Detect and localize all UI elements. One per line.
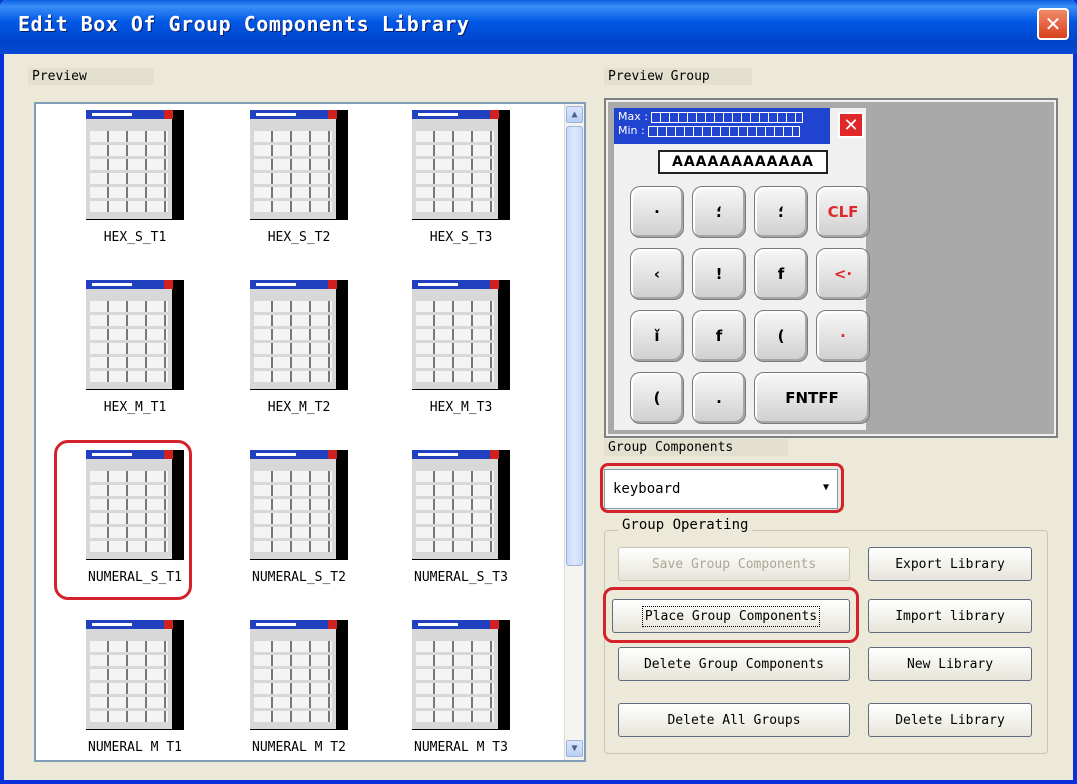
scroll-up-button[interactable]: ▲	[566, 106, 583, 123]
thumbnail-image	[412, 110, 510, 220]
new-library-button[interactable]: New Library	[868, 647, 1032, 681]
keypad-key: ؛	[692, 186, 746, 238]
keypad-key: <·	[816, 248, 870, 300]
thumbnail-image	[250, 450, 348, 560]
keypad-key: (	[630, 372, 684, 424]
min-value-box	[647, 125, 800, 137]
keypad-key: (	[754, 310, 808, 362]
window-title: Edit Box Of Group Components Library	[18, 12, 470, 36]
keypad-key: ǐ	[630, 310, 684, 362]
delete-all-groups-button[interactable]: Delete All Groups	[618, 703, 850, 737]
close-button[interactable]: ✕	[1037, 8, 1069, 40]
thumbnail-caption: NUMERAL_S_T2	[252, 570, 346, 585]
thumbnail-caption: HEX_M_T2	[267, 400, 331, 415]
preview-scrollbar[interactable]: ▲ ▼	[564, 104, 584, 760]
preview-group-label: Preview Group	[604, 68, 752, 85]
keypad-key: f	[692, 310, 746, 362]
keypad-key: ·	[816, 310, 870, 362]
group-operating-label: Group Operating	[618, 517, 753, 533]
max-label: Max :	[618, 110, 648, 123]
select-highlight	[600, 463, 844, 513]
title-bar[interactable]: Edit Box Of Group Components Library ✕	[0, 0, 1077, 54]
thumbnail-image	[412, 280, 510, 390]
thumbnail-image	[412, 450, 510, 560]
thumbnail-image	[86, 110, 184, 220]
thumbnail-image	[86, 620, 184, 730]
thumbnail-caption: HEX_S_T1	[103, 230, 167, 245]
thumbnail-caption: HEX_M_T1	[103, 400, 167, 415]
min-label: Min :	[618, 124, 645, 137]
keyboard-display: AAAAAAAAAAAA	[658, 150, 828, 174]
keypad-key: ‹	[630, 248, 684, 300]
keypad-key: FNTFF	[754, 372, 870, 424]
chevron-up-icon: ▲	[571, 109, 578, 120]
place-button-highlight	[603, 587, 859, 643]
chevron-down-icon: ▼	[571, 743, 578, 754]
thumbnail-caption: NUMERAL M T3	[414, 740, 508, 755]
thumbnail-caption: NUMERAL M T1	[88, 740, 182, 755]
keypad-key: ·	[630, 186, 684, 238]
keypad-key: CLF	[816, 186, 870, 238]
scroll-thumb[interactable]	[566, 126, 583, 566]
thumbnail-image	[250, 280, 348, 390]
keyboard-preview: Max : Min : ✕ AAAAAAAAAAAA · ؛ ؛ CLF ‹! f <· ǐ f…	[614, 108, 870, 430]
export-library-button[interactable]: Export Library	[868, 547, 1032, 581]
thumbnail-image	[250, 620, 348, 730]
keypad-key: f	[754, 248, 808, 300]
delete-library-button[interactable]: Delete Library	[868, 703, 1032, 737]
keyboard-header: Max : Min :	[614, 108, 830, 144]
close-icon: ✕	[1044, 12, 1062, 36]
save-group-components-button[interactable]: Save Group Components	[618, 547, 850, 581]
keyboard-close-icon: ✕	[838, 112, 864, 138]
group-components-label: Group Components	[604, 439, 788, 456]
thumbnail-image	[86, 280, 184, 390]
preview-group-panel: Max : Min : ✕ AAAAAAAAAAAA · ؛ ؛ CLF ‹! f <· ǐ f…	[604, 98, 1058, 438]
delete-group-components-button[interactable]: Delete Group Components	[618, 647, 850, 681]
scroll-down-button[interactable]: ▼	[566, 740, 583, 757]
max-value-box	[650, 111, 803, 123]
preview-list[interactable]: HEX_S_T1 HEX_S_T2 HEX_S_T3 HEX_M_T1 HEX_M_T2…	[34, 102, 586, 762]
thumbnail-caption: HEX_S_T2	[267, 230, 331, 245]
keypad-key: !	[692, 248, 746, 300]
keypad-key: .	[692, 372, 746, 424]
thumbnail-caption: NUMERAL_S_T3	[414, 570, 508, 585]
thumbnail-image	[412, 620, 510, 730]
thumbnail-image	[250, 110, 348, 220]
keypad-key: ؛	[754, 186, 808, 238]
selected-item-highlight	[54, 440, 192, 600]
preview-label: Preview	[28, 68, 154, 85]
thumbnail-caption: HEX_M_T3	[429, 400, 493, 415]
thumbnail-caption: HEX_S_T3	[429, 230, 493, 245]
thumbnail-caption: NUMERAL M T2	[252, 740, 346, 755]
max-min-readout: Max : Min :	[618, 110, 803, 138]
import-library-button[interactable]: Import library	[868, 599, 1032, 633]
